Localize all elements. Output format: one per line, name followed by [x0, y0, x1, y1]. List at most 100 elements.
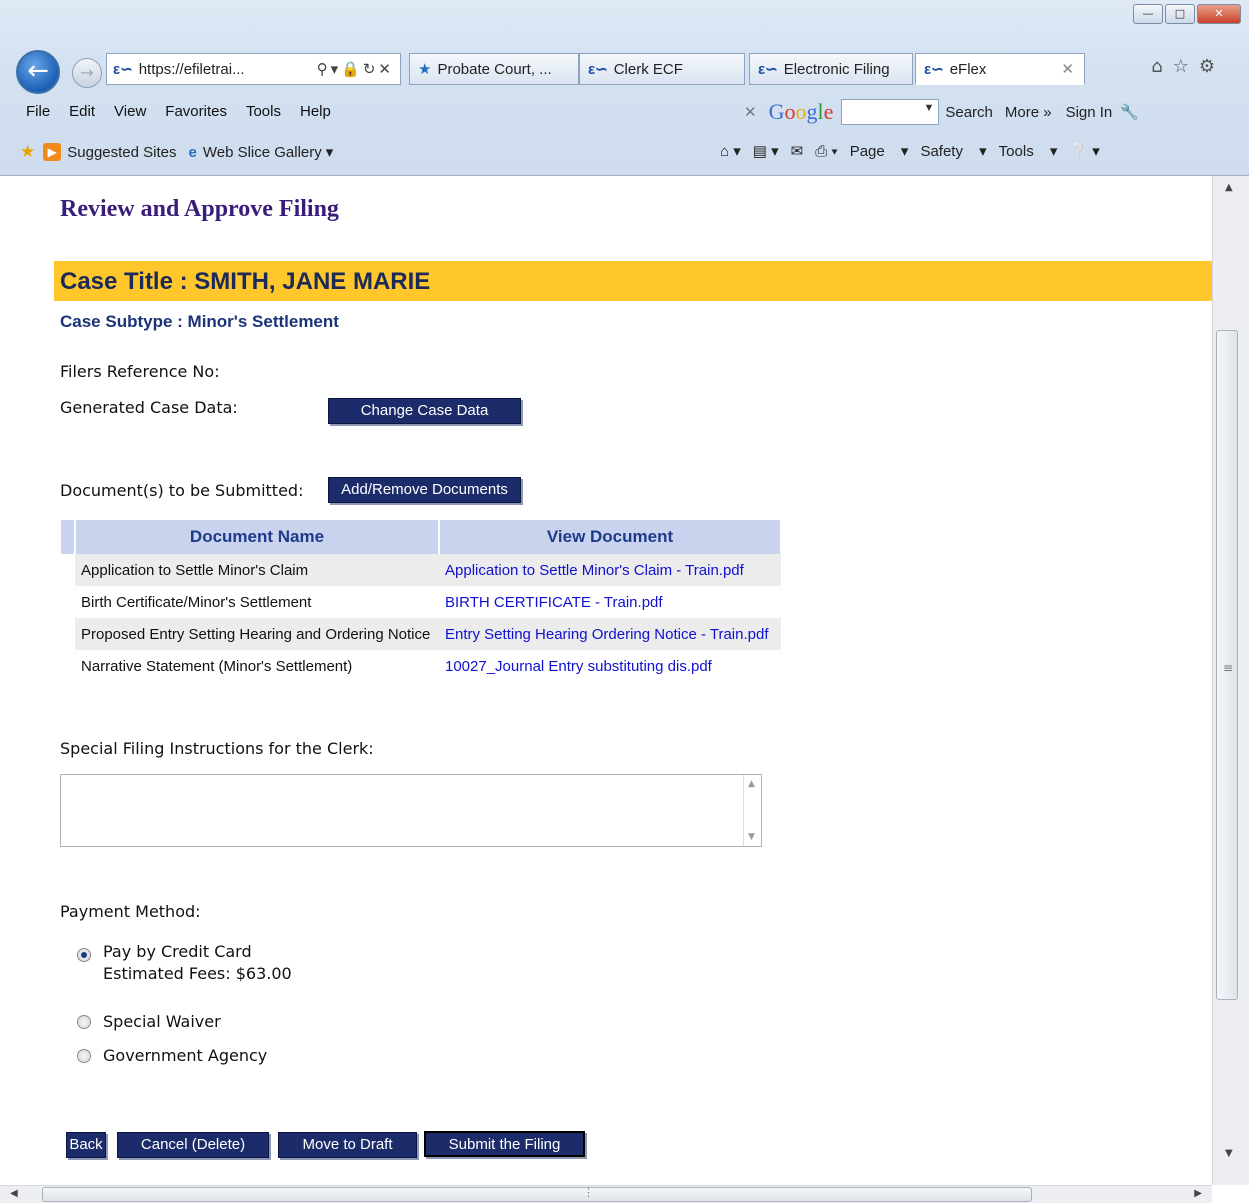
favorite-star-icon: ★ — [418, 61, 432, 78]
gear-icon[interactable]: ⚙ — [1199, 56, 1225, 77]
horizontal-scrollbar[interactable]: ◀ ⋮ ▶ — [0, 1185, 1212, 1203]
table-row: Birth Certificate/Minor's Settlement BIR… — [61, 586, 781, 618]
scroll-up-icon[interactable]: ▲ — [748, 779, 755, 789]
chevron-down-icon[interactable]: ▾ — [326, 143, 334, 161]
vertical-scrollbar[interactable]: ▲ ≡ ▼ — [1212, 176, 1249, 1185]
table-gutter — [61, 650, 75, 682]
move-to-draft-button[interactable]: Move to Draft — [278, 1132, 417, 1158]
submit-filing-button[interactable]: Submit the Filing — [424, 1131, 585, 1157]
address-controls-icon[interactable]: ⚲▾🔒↻✕ — [317, 60, 394, 78]
menu-file[interactable]: File — [26, 103, 50, 120]
page-title: Review and Approve Filing — [60, 196, 339, 222]
table-row: Narrative Statement (Minor's Settlement)… — [61, 650, 781, 682]
cancel-delete-button[interactable]: Cancel (Delete) — [117, 1132, 269, 1158]
table-header-row: Document Name View Document — [61, 520, 782, 554]
document-link[interactable]: 10027_Journal Entry substituting dis.pdf — [439, 650, 781, 682]
scroll-down-icon[interactable]: ▼ — [748, 832, 755, 842]
tab-clerk-ecf[interactable]: ε∽ Clerk ECF — [579, 53, 745, 85]
grip-icon: ⋮ — [583, 1186, 594, 1199]
help-icon[interactable]: ❔ ▾ — [1069, 142, 1099, 160]
tab-label: eFlex — [949, 60, 987, 78]
google-search-input[interactable]: ▼ — [841, 99, 940, 125]
tab-eflex[interactable]: ε∽ eFlex ✕ — [915, 53, 1085, 85]
special-instructions-textarea[interactable]: ▲ ▼ — [60, 774, 762, 847]
table-gutter — [61, 554, 75, 586]
scroll-down-icon[interactable]: ▼ — [1225, 1148, 1233, 1159]
safety-menu[interactable]: Safety ▾ — [920, 142, 986, 160]
favorites-bar: ★ ▶ Suggested Sites e Web Slice Gallery … — [0, 138, 1249, 170]
minimize-icon[interactable]: — — [1133, 4, 1163, 24]
scroll-right-icon[interactable]: ▶ — [1194, 1188, 1202, 1199]
star-icon[interactable]: ☆ — [1173, 56, 1199, 77]
case-title-bar: Case Title : SMITH, JANE MARIE — [54, 261, 1212, 301]
page-content: Review and Approve Filing Case Title : S… — [0, 176, 1212, 1185]
menu-bar: File Edit View Favorites Tools Help ✕ Go… — [0, 97, 1249, 129]
close-toolbar-icon[interactable]: ✕ — [744, 103, 757, 121]
feed-icon[interactable]: ▤ ▾ — [753, 142, 779, 160]
column-header-view-document: View Document — [439, 520, 782, 554]
home-icon[interactable]: ⌂ ▾ — [720, 142, 741, 160]
tab-label: Clerk ECF — [613, 60, 683, 78]
filers-reference-label: Filers Reference No: — [60, 362, 220, 381]
page-menu[interactable]: Page ▾ — [850, 142, 909, 160]
safety-menu-label: Safety — [920, 143, 963, 160]
print-icon[interactable]: ⎙ ▾ — [815, 143, 837, 160]
document-name: Birth Certificate/Minor's Settlement — [81, 593, 312, 611]
horizontal-scroll-thumb[interactable]: ⋮ — [42, 1186, 1032, 1202]
table-gutter — [61, 520, 76, 554]
home-icon[interactable]: ⌂ — [1151, 56, 1172, 77]
close-tab-icon[interactable]: ✕ — [1061, 60, 1074, 78]
vertical-scroll-thumb[interactable]: ≡ — [1216, 330, 1238, 1000]
document-link[interactable]: Application to Settle Minor's Claim - Tr… — [439, 554, 781, 586]
menu-help[interactable]: Help — [300, 103, 331, 120]
government-agency-radio[interactable] — [77, 1049, 91, 1063]
table-gutter — [61, 586, 75, 618]
tab-label: Electronic Filing — [783, 60, 890, 78]
maximize-icon[interactable]: □ — [1165, 4, 1195, 24]
suggested-sites-icon: ▶ — [43, 143, 62, 161]
browser-chrome: — □ ✕ ← → ε∽ https://efiletrai... ⚲▾🔒↻✕ … — [0, 0, 1249, 176]
sign-in-link[interactable]: Sign In — [1066, 104, 1113, 121]
google-toolbar: ✕ Google ▼ Search More » Sign In 🔧 — [744, 99, 1139, 125]
web-slice-gallery-link[interactable]: Web Slice Gallery — [203, 144, 322, 161]
back-arrow-icon[interactable]: ← — [16, 50, 60, 94]
menu-edit[interactable]: Edit — [69, 103, 95, 120]
document-name: Proposed Entry Setting Hearing and Order… — [75, 618, 439, 650]
table-row: Proposed Entry Setting Hearing and Order… — [61, 618, 781, 650]
scroll-left-icon[interactable]: ◀ — [10, 1188, 18, 1199]
back-button[interactable]: Back — [66, 1132, 106, 1158]
textarea-scrollbar[interactable]: ▲ ▼ — [743, 775, 761, 846]
estimated-fees: Estimated Fees: $63.00 — [103, 964, 292, 983]
document-name: Application to Settle Minor's Claim — [75, 554, 439, 586]
window-controls: — □ ✕ — [1133, 4, 1241, 24]
mail-icon[interactable]: ✉ — [791, 142, 804, 160]
pay-by-credit-card-label: Pay by Credit Card — [103, 942, 252, 961]
more-button[interactable]: More » — [1005, 104, 1052, 121]
document-link[interactable]: BIRTH CERTIFICATE - Train.pdf — [439, 586, 781, 618]
pay-by-credit-card-radio[interactable] — [77, 948, 91, 962]
forward-arrow-icon[interactable]: → — [72, 58, 102, 88]
suggested-sites-link[interactable]: Suggested Sites — [67, 144, 176, 161]
add-remove-documents-button[interactable]: Add/Remove Documents — [328, 477, 521, 503]
google-search-button[interactable]: Search — [945, 104, 993, 121]
document-link[interactable]: Entry Setting Hearing Ordering Notice - … — [439, 618, 781, 650]
special-waiver-label: Special Waiver — [103, 1012, 221, 1031]
tab-electronic-filing[interactable]: ε∽ Electronic Filing — [749, 53, 913, 85]
payment-method-label: Payment Method: — [60, 902, 201, 921]
address-text: https://efiletrai... — [138, 60, 245, 78]
tab-probate-court[interactable]: ★ Probate Court, ... — [409, 53, 579, 85]
menu-view[interactable]: View — [114, 103, 146, 120]
address-bar[interactable]: ε∽ https://efiletrai... ⚲▾🔒↻✕ — [106, 53, 401, 85]
change-case-data-button[interactable]: Change Case Data — [328, 398, 521, 424]
scroll-up-icon[interactable]: ▲ — [1225, 182, 1233, 193]
documents-label: Document(s) to be Submitted: — [60, 481, 304, 500]
special-waiver-radio[interactable] — [77, 1015, 91, 1029]
wrench-icon[interactable]: 🔧 — [1120, 103, 1139, 121]
tab-label: Probate Court, ... — [437, 60, 552, 78]
favorites-star-icon[interactable]: ★ — [20, 142, 35, 162]
menu-favorites[interactable]: Favorites — [165, 103, 227, 120]
menu-tools[interactable]: Tools — [246, 103, 281, 120]
special-instructions-label: Special Filing Instructions for the Cler… — [60, 739, 374, 758]
tools-menu[interactable]: Tools ▾ — [999, 142, 1058, 160]
close-icon[interactable]: ✕ — [1197, 4, 1241, 24]
